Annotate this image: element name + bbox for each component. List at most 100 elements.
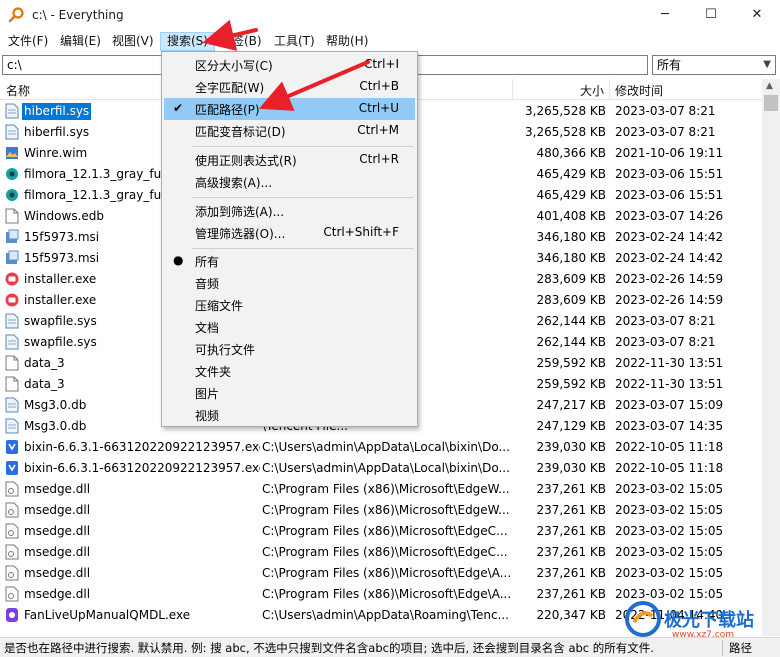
menu-item-add-filter[interactable]: 添加到筛选(A)... — [164, 200, 415, 222]
menu-search[interactable]: 搜索(S) — [160, 32, 215, 51]
vertical-scrollbar[interactable]: ▲ — [762, 79, 780, 636]
menu-file[interactable]: 文件(F) — [2, 32, 54, 51]
menu-item-match-diacritics[interactable]: 匹配变音标记(D) Ctrl+M — [164, 120, 415, 142]
file-path: C:\Users\admin\AppData\Roaming\Tenc... — [262, 608, 509, 622]
menu-item-whole-word[interactable]: 全字匹配(W) Ctrl+B — [164, 76, 415, 98]
menu-item-shortcut: Ctrl+I — [364, 57, 399, 71]
menu-item-filter-video[interactable]: 视频 — [164, 404, 415, 426]
table-row[interactable]: bixin-6.6.3.1-663120220922123957.exe C:\U… — [0, 458, 762, 479]
chevron-down-icon: ▼ — [763, 59, 771, 70]
status-path-label: 路径 — [722, 640, 752, 656]
menu-item-label: 高级搜索(A)... — [195, 176, 273, 190]
menu-item-filter-folder[interactable]: 文件夹 — [164, 360, 415, 382]
menu-tools[interactable]: 工具(T) — [268, 32, 321, 51]
file-path: C:\Program Files (x86)\Microsoft\EdgeW..… — [262, 503, 510, 517]
file-name: hiberfil.sys — [22, 103, 92, 120]
file-modified: 2023-03-07 14:26 — [615, 209, 724, 223]
dll-icon — [5, 502, 19, 518]
scroll-up-icon[interactable]: ▲ — [766, 81, 773, 91]
file-name: msedge.dll — [24, 566, 91, 580]
close-button[interactable]: ✕ — [734, 0, 780, 30]
table-row[interactable]: msedge.dll C:\Program Files (x86)\Microso… — [0, 521, 762, 542]
installer-icon — [5, 229, 19, 245]
file-modified: 2021-10-06 19:11 — [615, 146, 724, 160]
file-name: installer.exe — [24, 272, 97, 286]
file-modified: 2023-03-02 15:05 — [615, 503, 724, 517]
menu-item-label: 匹配路径(P) — [195, 103, 260, 117]
table-row[interactable]: msedge.dll C:\Program Files (x86)\Microso… — [0, 479, 762, 500]
menu-item-case-sensitive[interactable]: 区分大小写(C) Ctrl+I — [164, 54, 415, 76]
file-size: 237,261 KB — [536, 524, 606, 538]
menu-item-label: 可执行文件 — [195, 343, 256, 357]
menu-item-filter-picture[interactable]: 图片 — [164, 382, 415, 404]
file-name: msedge.dll — [24, 503, 91, 517]
doc-icon — [5, 103, 19, 119]
column-size-header[interactable]: 大小 — [580, 82, 604, 99]
menu-view[interactable]: 视图(V) — [106, 32, 160, 51]
table-row[interactable]: bixin-6.6.3.1-663120220922123957.exe C:\U… — [0, 437, 762, 458]
everything-app-icon — [8, 7, 24, 23]
menu-item-regex[interactable]: 使用正则表达式(R) Ctrl+R — [164, 149, 415, 171]
doc-icon — [5, 397, 19, 413]
menu-separator — [192, 248, 414, 249]
status-bar: 是否也在路径中进行搜索. 默认禁用. 例: 搜 abc, 不选中只搜到文件名含a… — [0, 637, 780, 657]
file-size: 247,217 KB — [536, 398, 606, 412]
maximize-button[interactable]: ☐ — [688, 0, 734, 30]
file-size: 3,265,528 KB — [525, 125, 606, 139]
menu-help[interactable]: 帮助(H) — [320, 32, 374, 51]
column-divider[interactable] — [609, 79, 610, 100]
menu-edit[interactable]: 编辑(E) — [54, 32, 107, 51]
menu-item-shortcut: Ctrl+U — [358, 101, 399, 115]
minimize-button[interactable]: ─ — [642, 0, 688, 30]
app-icon — [5, 166, 19, 182]
webcast-icon — [5, 292, 19, 308]
file-path: C:\Program Files (x86)\Microsoft\EdgeC..… — [262, 545, 508, 559]
table-row[interactable]: msedge.dll C:\Program Files (x86)\Microso… — [0, 500, 762, 521]
menu-item-filter-compressed[interactable]: 压缩文件 — [164, 294, 415, 316]
table-row[interactable]: msedge.dll C:\Program Files (x86)\Microso… — [0, 542, 762, 563]
blank-file-icon — [5, 208, 19, 224]
app-icon — [5, 187, 19, 203]
scrollbar-thumb[interactable] — [764, 95, 778, 111]
menu-item-shortcut: Ctrl+Shift+F — [323, 225, 399, 239]
file-size: 465,429 KB — [536, 167, 606, 181]
menu-bookmarks[interactable]: 书签(B) — [214, 32, 268, 51]
menu-item-advanced-search[interactable]: 高级搜索(A)... — [164, 171, 415, 193]
menu-item-manage-filters[interactable]: 管理筛选器(O)... Ctrl+Shift+F — [164, 222, 415, 244]
menu-item-filter-all[interactable]: ● 所有 — [164, 250, 415, 272]
file-modified: 2023-03-02 15:05 — [615, 566, 724, 580]
column-divider[interactable] — [512, 79, 513, 100]
menu-separator — [192, 146, 414, 147]
fanlive-icon — [5, 607, 19, 623]
menu-item-label: 文件夹 — [195, 365, 232, 379]
filter-select-value: 所有 — [657, 58, 682, 72]
file-size: 239,030 KB — [536, 461, 606, 475]
menu-item-match-path[interactable]: ✔ 匹配路径(P) Ctrl+U — [164, 98, 415, 120]
file-size: 220,347 KB — [536, 608, 606, 622]
file-name: installer.exe — [24, 293, 97, 307]
menu-item-label: 使用正则表达式(R) — [195, 154, 297, 168]
column-modified-header[interactable]: 修改时间 — [615, 82, 663, 99]
file-name: 15f5973.msi — [24, 230, 100, 244]
search-menu-dropdown: 区分大小写(C) Ctrl+I 全字匹配(W) Ctrl+B ✔ 匹配路径(P)… — [161, 51, 418, 427]
file-name: swapfile.sys — [24, 335, 97, 349]
file-name: data_3 — [24, 377, 65, 391]
menu-item-label: 音频 — [195, 277, 220, 291]
doc-icon — [5, 313, 19, 329]
dll-icon — [5, 586, 19, 602]
file-name: hiberfil.sys — [24, 125, 90, 139]
file-size: 346,180 KB — [536, 251, 606, 265]
menu-item-shortcut: Ctrl+R — [359, 152, 399, 166]
dll-icon — [5, 565, 19, 581]
menu-item-filter-document[interactable]: 文档 — [164, 316, 415, 338]
menu-item-filter-executable[interactable]: 可执行文件 — [164, 338, 415, 360]
menu-item-filter-audio[interactable]: 音频 — [164, 272, 415, 294]
file-modified: 2023-03-02 15:05 — [615, 482, 724, 496]
table-row[interactable]: msedge.dll C:\Program Files (x86)\Microso… — [0, 563, 762, 584]
column-name-header[interactable]: 名称 — [6, 82, 30, 99]
file-name: Msg3.0.db — [24, 398, 87, 412]
blank-file-icon — [5, 355, 19, 371]
file-modified: 2023-02-24 14:42 — [615, 251, 724, 265]
menu-item-label: 图片 — [195, 387, 220, 401]
filter-select[interactable]: 所有 ▼ — [652, 55, 776, 75]
